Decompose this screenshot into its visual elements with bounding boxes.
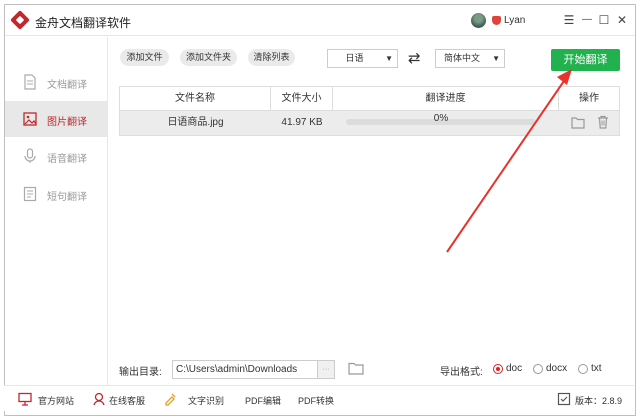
column-header-name: 文件名称 [120,87,271,110]
format-label-doc: doc [506,363,523,374]
sidebar-item-image-translate[interactable]: 图片翻译 [5,101,107,137]
swap-languages-icon[interactable]: ⇄ [408,49,421,67]
sidebar-item-voice-translate[interactable]: 语音翻译 [5,138,107,174]
export-format-label: 导出格式: [440,367,483,378]
column-header-actions: 操作 [579,93,599,104]
app-window: 金舟文档翻译软件 Lyan ☰ — ☐ ✕ 文档翻译 图片翻译 语音翻译 短句翻… [4,4,636,416]
monitor-icon [18,392,32,406]
pdf-edit-link[interactable]: PDF编辑 [245,394,281,407]
avatar[interactable] [471,13,486,28]
format-radio-docx[interactable] [533,364,543,374]
chevron-down-icon: ▼ [492,54,500,63]
document-icon [24,74,36,90]
format-radio-doc[interactable] [493,364,503,374]
customer-service-icon [93,392,105,406]
version-text: 版本：2.8.9 [575,396,623,406]
sidebar: 文档翻译 图片翻译 语音翻译 短句翻译 [5,37,108,385]
maximize-button[interactable]: ☐ [597,12,611,28]
pdf-convert-link[interactable]: PDF转换 [298,394,334,407]
title-bar: 金舟文档翻译软件 Lyan ☰ — ☐ ✕ [5,5,635,36]
open-folder-icon[interactable] [571,116,585,129]
add-file-button[interactable]: 添加文件 [120,49,169,66]
text-icon [23,186,37,202]
sidebar-item-label: 短句翻译 [47,192,87,203]
output-path-input[interactable]: C:\Users\admin\Downloads [172,360,318,379]
browse-button[interactable]: ··· [318,360,335,379]
menu-button[interactable]: ☰ [562,12,576,28]
column-header-progress: 翻译进度 [333,87,559,110]
progress-text: 0% [433,113,449,124]
online-support-link[interactable]: 在线客服 [109,394,145,407]
start-translate-button[interactable]: 开始翻译 [551,49,620,71]
minimize-button[interactable]: — [580,12,594,28]
chevron-down-icon: ▼ [385,54,393,63]
sidebar-item-label: 语音翻译 [47,154,87,165]
version-icon [557,392,571,406]
image-icon [23,112,37,126]
column-header-size: 文件大小 [271,87,333,110]
official-website-link[interactable]: 官方网站 [38,394,74,407]
ocr-link[interactable]: 文字识别 [188,394,224,407]
clear-list-button[interactable]: 清除列表 [248,49,295,66]
format-radio-txt[interactable] [578,364,588,374]
microphone-icon [24,148,36,163]
close-button[interactable]: ✕ [615,12,629,28]
file-size-cell: 41.97 KB [281,117,323,128]
target-language-select[interactable]: 简体中文 ▼ [435,49,505,68]
sidebar-item-document-translate[interactable]: 文档翻译 [5,64,107,100]
output-dir-label: 输出目录: [119,367,162,378]
table-header: 文件名称 文件大小 翻译进度 操作 [119,86,620,111]
source-language-select[interactable]: 日语 ▼ [327,49,398,68]
add-folder-button[interactable]: 添加文件夹 [180,49,237,66]
file-name-cell: 日语商品.jpg [167,117,224,128]
vip-badge-icon [492,16,501,25]
sidebar-item-label: 图片翻译 [47,117,87,128]
sidebar-item-label: 文档翻译 [47,80,87,91]
footer-bar: 官方网站 在线客服 文字识别 PDF编辑 PDF转换 版本：2.8.9 [4,385,634,411]
username[interactable]: Lyan [504,15,525,26]
folder-icon[interactable] [348,362,364,375]
source-language-value: 日语 [345,53,364,63]
delete-icon[interactable] [597,115,609,129]
app-logo-icon [10,10,30,30]
format-label-txt: txt [591,363,602,374]
ocr-icon [165,393,176,406]
target-language-value: 简体中文 [443,53,480,63]
sidebar-item-sentence-translate[interactable]: 短句翻译 [5,176,107,212]
format-label-docx: docx [546,363,568,374]
app-title: 金舟文档翻译软件 [35,16,132,30]
